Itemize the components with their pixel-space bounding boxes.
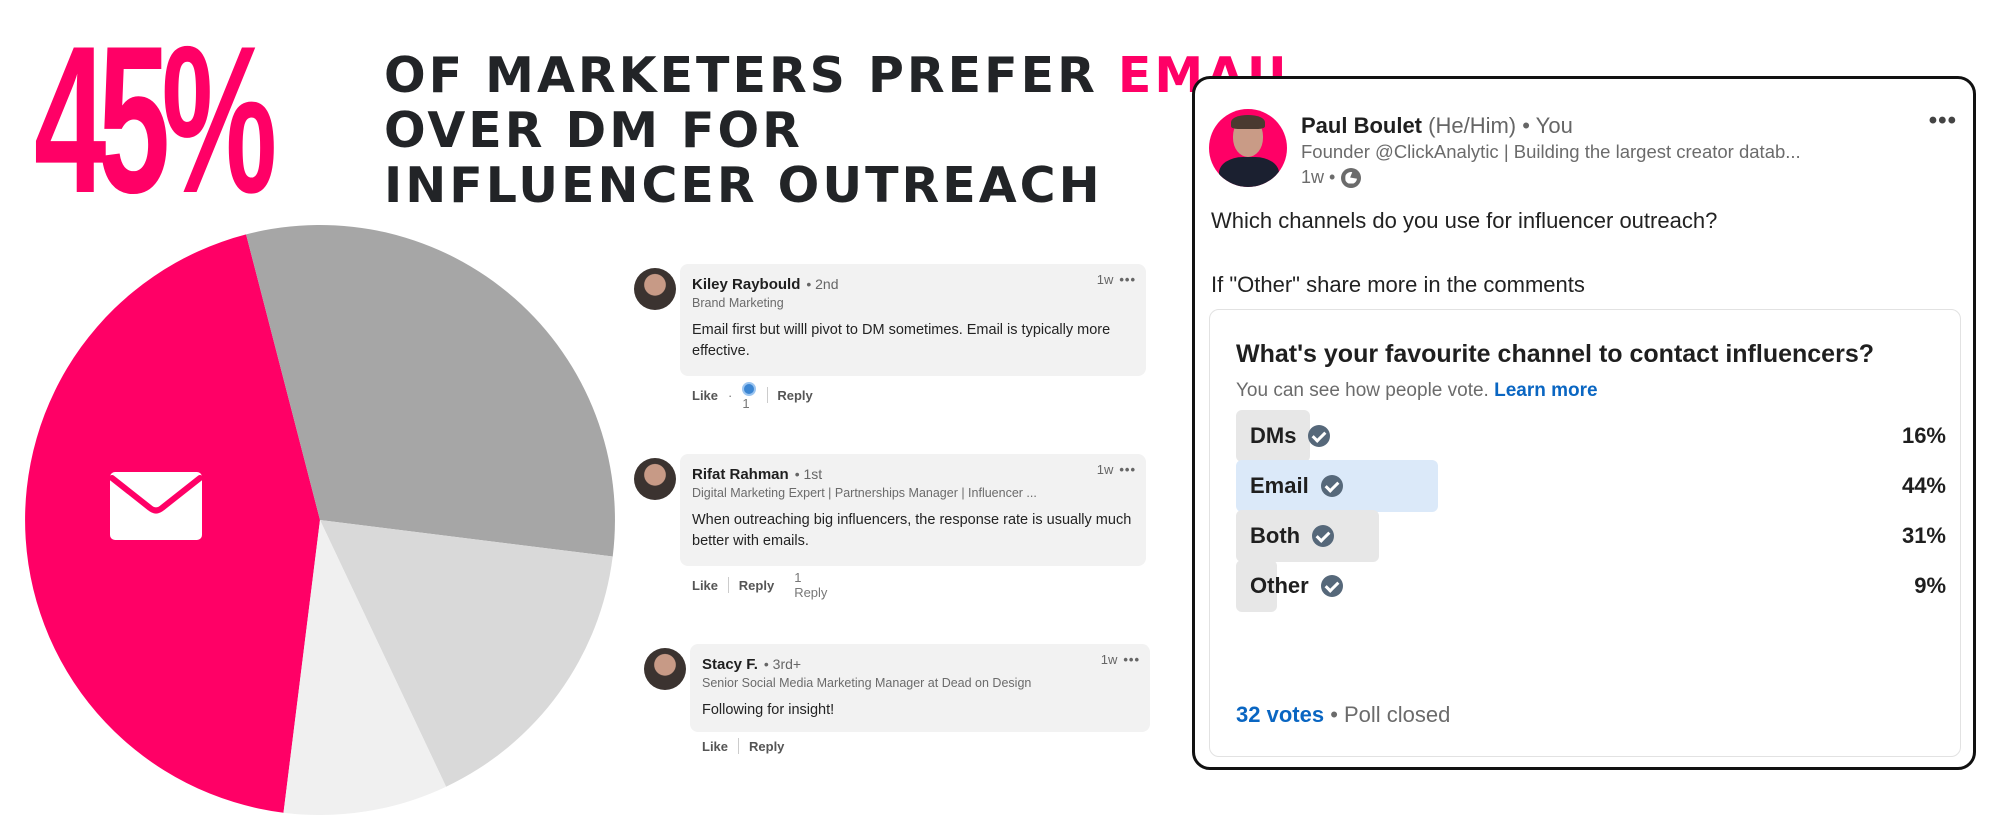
more-options-icon[interactable]: •••: [1123, 652, 1140, 667]
connection-degree: • 2nd: [806, 276, 839, 292]
comment-time: 1w: [1100, 652, 1118, 667]
poll-option-label: Both: [1250, 523, 1301, 548]
divider: [766, 387, 768, 404]
comment-time: 1w: [1096, 272, 1114, 287]
poll-status: • Poll closed: [1330, 702, 1451, 727]
linkedin-post-card: Paul Boulet (He/Him) • You Founder @Clic…: [1192, 76, 1976, 770]
headline-prefix: OF MARKETERS PREFER: [384, 47, 1118, 104]
connection-degree: • 1st: [794, 466, 823, 482]
headline-stat: 45%: [34, 2, 277, 237]
post-time-text: 1w •: [1301, 167, 1336, 187]
comment-text: Following for insight!: [702, 702, 835, 718]
pie-chart-svg: [25, 225, 615, 815]
poll-option: DMs 16%: [1236, 410, 1946, 462]
checkmark-icon: [1312, 525, 1335, 547]
author-name[interactable]: Paul Boulet: [1301, 113, 1422, 138]
reaction-count[interactable]: 1: [742, 396, 749, 411]
poll-subtitle: You can see how people vote. Learn more: [1236, 380, 1598, 402]
checkmark-icon: [1308, 425, 1331, 447]
checkmark-icon: [1320, 575, 1343, 597]
commenter-title: Brand Marketing: [692, 296, 784, 310]
poll-option-label: Email: [1250, 473, 1309, 498]
poll-option: Email 44%: [1236, 460, 1946, 512]
poll-option: Other 9%: [1236, 560, 1946, 612]
poll-option-percent: 44%: [1901, 473, 1946, 498]
divider: [728, 577, 729, 593]
comment-bubble: Kiley Raybould • 2nd Brand Marketing Emai…: [680, 264, 1146, 376]
comment-bubble: Rifat Rahman • 1st Digital Marketing Expe…: [680, 454, 1146, 566]
globe-icon: [1341, 167, 1362, 188]
post-body-line: Which channels do you use for influencer…: [1211, 208, 1718, 233]
comment-text: Email first but willl pivot to DM someti…: [692, 322, 1111, 359]
more-options-icon[interactable]: •••: [1119, 462, 1136, 477]
more-options-icon[interactable]: •••: [1929, 107, 1957, 135]
reply-button[interactable]: Reply: [777, 388, 812, 403]
poll-question: What's your favourite channel to contact…: [1236, 340, 1874, 368]
reply-button[interactable]: Reply: [749, 739, 784, 754]
commenter-avatar[interactable]: [634, 268, 676, 310]
author-you-badge: • You: [1522, 113, 1573, 138]
poll-option: Both 31%: [1236, 510, 1946, 562]
poll: What's your favourite channel to contact…: [1209, 309, 1961, 757]
commenter-name[interactable]: Stacy F.: [702, 656, 758, 673]
poll-option-percent: 9%: [1914, 573, 1946, 598]
author-pronouns: (He/Him): [1428, 113, 1517, 138]
commenter-name[interactable]: Kiley Raybould: [692, 276, 800, 293]
poll-option-label: DMs: [1250, 423, 1297, 448]
commenter-title: Senior Social Media Marketing Manager at…: [702, 676, 1032, 690]
commenter-title: Digital Marketing Expert | Partnerships …: [692, 486, 1037, 500]
post-time: 1w •: [1301, 167, 1362, 188]
headline-text: OF MARKETERS PREFER EMAIL OVER DM FOR IN…: [384, 48, 1303, 213]
author-avatar[interactable]: [1209, 109, 1287, 187]
checkmark-icon: [1320, 475, 1343, 497]
comment-bubble: Stacy F. • 3rd+ Senior Social Media Marke…: [690, 644, 1150, 732]
commenter-name[interactable]: Rifat Rahman: [692, 466, 789, 483]
votes-count-link[interactable]: 32 votes: [1236, 702, 1324, 727]
poll-option-label: Other: [1250, 573, 1309, 598]
divider: [738, 738, 740, 754]
post-body-line: If "Other" share more in the comments: [1211, 272, 1585, 297]
like-reaction-icon[interactable]: [742, 381, 757, 396]
reply-button[interactable]: Reply: [739, 578, 774, 593]
post-body: Which channels do you use for influencer…: [1211, 207, 1717, 299]
headline-rest: OVER DM FOR INFLUENCER OUTREACH: [384, 102, 1103, 214]
connection-degree: • 3rd+: [763, 656, 802, 672]
author-tagline: Founder @ClickAnalytic | Building the la…: [1301, 141, 1801, 162]
pie-chart: [0, 220, 620, 820]
like-button[interactable]: Like: [702, 739, 728, 754]
poll-footer: 32 votes • Poll closed: [1236, 702, 1450, 728]
comment-time: 1w: [1096, 462, 1114, 477]
poll-option-percent: 31%: [1901, 523, 1946, 548]
replies-link[interactable]: 1 Reply: [794, 570, 827, 600]
author-line: Paul Boulet (He/Him) • You: [1301, 113, 1573, 139]
like-button[interactable]: Like: [692, 388, 718, 403]
learn-more-link[interactable]: Learn more: [1494, 380, 1597, 401]
poll-subtitle-text: You can see how people vote.: [1236, 380, 1489, 401]
poll-option-percent: 16%: [1901, 423, 1946, 448]
more-options-icon[interactable]: •••: [1119, 272, 1136, 287]
commenter-avatar[interactable]: [634, 458, 676, 500]
like-button[interactable]: Like: [692, 578, 718, 593]
separator-dot: ·: [728, 387, 733, 403]
envelope-icon: [109, 472, 203, 540]
commenter-avatar[interactable]: [644, 648, 686, 690]
comment-text: When outreaching big influencers, the re…: [692, 512, 1132, 549]
